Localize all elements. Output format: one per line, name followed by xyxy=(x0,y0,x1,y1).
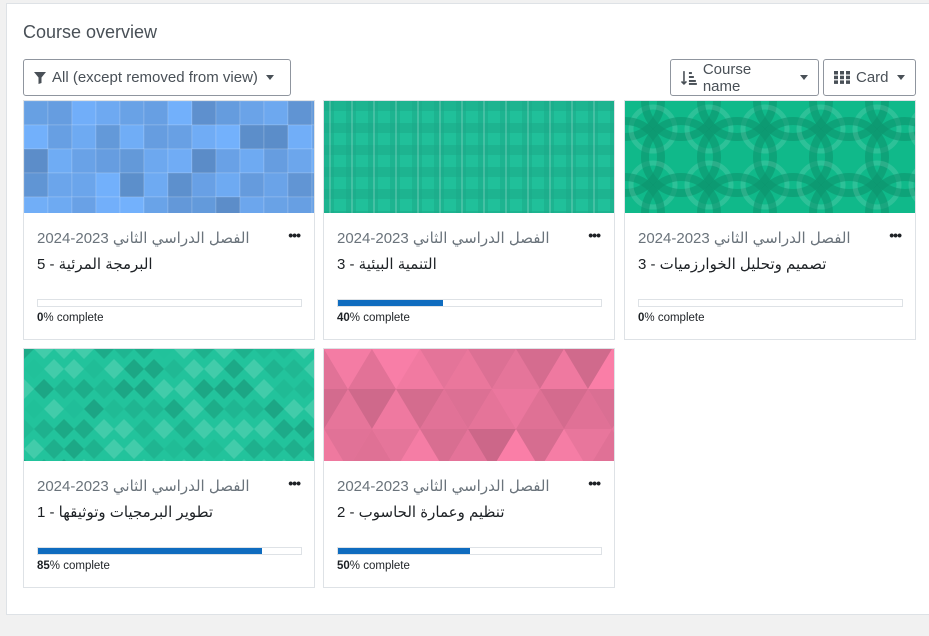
caret-down-icon xyxy=(265,75,274,80)
caret-down-icon xyxy=(800,75,808,80)
ellipsis-icon[interactable]: ••• xyxy=(588,228,601,242)
ellipsis-icon[interactable]: ••• xyxy=(889,228,902,242)
progress-text: 85% complete xyxy=(37,560,110,572)
progress-text: 0% complete xyxy=(638,312,705,324)
progress-suffix: % complete xyxy=(349,312,410,324)
progress-text: 50% complete xyxy=(337,560,410,572)
progress-suffix: % complete xyxy=(644,312,705,324)
view-label: Card xyxy=(856,69,889,86)
sort-amount-icon xyxy=(681,70,697,85)
caret-down-icon xyxy=(896,75,905,80)
course-name-link[interactable]: تنظيم وعمارة الحاسوب - 2 xyxy=(337,503,505,521)
progress-suffix: % complete xyxy=(43,312,104,324)
progress-text: 40% complete xyxy=(337,312,410,324)
course-name-link[interactable]: التنمية البيئية - 3 xyxy=(337,255,437,273)
filter-dropdown-button[interactable]: All (except removed from view) xyxy=(23,59,291,96)
course-name-link[interactable]: تطوير البرمجيات وتوثيقها - 1 xyxy=(37,503,213,521)
view-dropdown-button[interactable]: Card xyxy=(823,59,916,96)
progress-fill xyxy=(38,548,262,554)
block-title: Course overview xyxy=(23,22,158,42)
course-card[interactable]: الفصل الدراسي الثاني 2023-2024 التنمية ا… xyxy=(323,100,615,340)
progress-bar xyxy=(337,547,602,555)
grid-icon xyxy=(834,71,850,84)
progress-fill xyxy=(338,548,470,554)
progress-bar xyxy=(37,547,302,555)
progress-percent: 85 xyxy=(37,560,50,572)
course-category: الفصل الدراسي الثاني 2023-2024 xyxy=(337,478,550,495)
course-name-link[interactable]: تصميم وتحليل الخوارزميات - 3 xyxy=(638,255,826,273)
course-image[interactable] xyxy=(625,101,915,213)
sort-dropdown-button[interactable]: Course name xyxy=(670,59,819,96)
course-category: الفصل الدراسي الثاني 2023-2024 xyxy=(638,230,851,247)
course-name-link[interactable]: البرمجة المرئية - 5 xyxy=(37,255,153,273)
course-category: الفصل الدراسي الثاني 2023-2024 xyxy=(337,230,550,247)
course-image[interactable] xyxy=(324,349,614,461)
course-image[interactable] xyxy=(24,349,314,461)
progress-suffix: % complete xyxy=(349,560,410,572)
course-card[interactable]: الفصل الدراسي الثاني 2023-2024 تنظيم وعم… xyxy=(323,348,615,588)
funnel-icon xyxy=(34,71,46,84)
progress-percent: 50 xyxy=(337,560,350,572)
page-background xyxy=(0,615,929,636)
ellipsis-icon[interactable]: ••• xyxy=(288,228,301,242)
course-card[interactable]: الفصل الدراسي الثاني 2023-2024 البرمجة ا… xyxy=(23,100,315,340)
course-category: الفصل الدراسي الثاني 2023-2024 xyxy=(37,230,250,247)
progress-bar xyxy=(638,299,903,307)
course-image[interactable] xyxy=(24,101,314,213)
course-category: الفصل الدراسي الثاني 2023-2024 xyxy=(37,478,250,495)
progress-fill xyxy=(338,300,444,306)
course-overview-block: Course overview All (except removed from… xyxy=(6,3,929,615)
progress-text: 0% complete xyxy=(37,312,104,324)
course-card[interactable]: الفصل الدراسي الثاني 2023-2024 تصميم وتح… xyxy=(624,100,916,340)
progress-bar xyxy=(337,299,602,307)
progress-percent: 40 xyxy=(337,312,350,324)
sort-label: Course name xyxy=(702,60,752,95)
filter-label: All (except removed from view) xyxy=(52,69,258,86)
progress-bar xyxy=(37,299,302,307)
course-image[interactable] xyxy=(324,101,614,213)
ellipsis-icon[interactable]: ••• xyxy=(288,476,301,490)
ellipsis-icon[interactable]: ••• xyxy=(588,476,601,490)
course-card[interactable]: الفصل الدراسي الثاني 2023-2024 تطوير الب… xyxy=(23,348,315,588)
progress-suffix: % complete xyxy=(49,560,110,572)
